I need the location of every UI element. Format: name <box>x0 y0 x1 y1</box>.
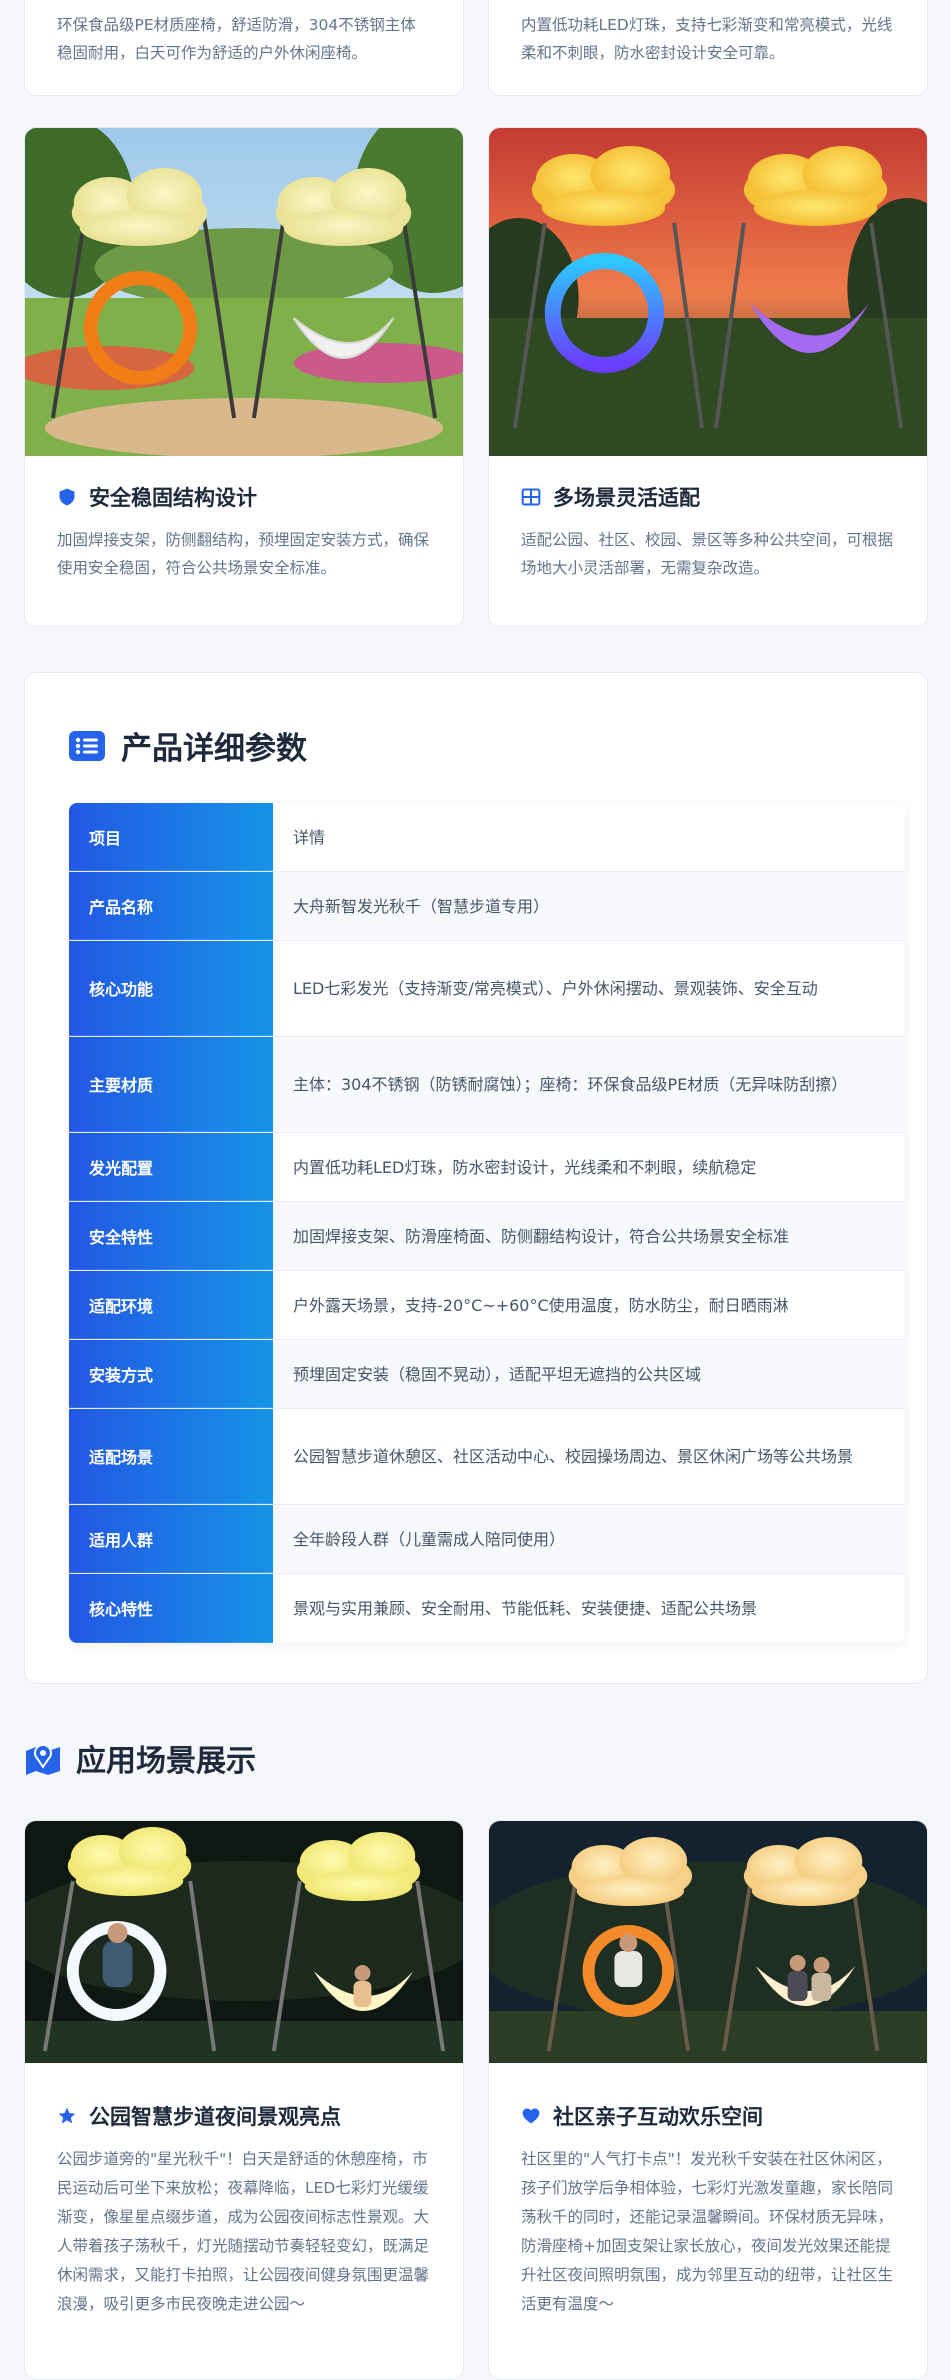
grid-icon <box>521 488 541 506</box>
shield-icon <box>59 488 75 506</box>
scene-card-community: 社区亲子互动欢乐空间 社区里的"人气打卡点"！发光秋千安装在社区休闲区，孩子们放… <box>488 1820 928 2380</box>
spec-table: 项目 详情 产品名称 大舟新智发光秋千（智慧步道专用） 核心功能 LED七彩发光… <box>69 803 905 1643</box>
spec-row: 适用人群 全年龄段人群（儿童需成人陪同使用） <box>69 1505 905 1574</box>
page: 环保食品级PE材质座椅，舒适防滑，304不锈钢主体稳固耐用，白天可作为舒适的户外… <box>0 0 950 2380</box>
product-photo-day <box>25 128 463 456</box>
scene-card-park: 公园智慧步道夜间景观亮点 公园步道旁的"星光秋千"！白天是舒适的休憩座椅，市民运… <box>24 1820 464 2380</box>
spec-row: 发光配置 内置低功耗LED灯珠，防水密封设计，光线柔和不刺眼，续航稳定 <box>69 1133 905 1202</box>
feature-desc: 加固焊接支架，防侧翻结构，预埋固定安装方式，确保使用安全稳固，符合公共场景安全标… <box>57 531 430 577</box>
spec-key: 核心功能 <box>69 941 273 1036</box>
spec-row: 安装方式 预埋固定安装（稳固不晃动），适配平坦无遮挡的公共区域 <box>69 1340 905 1409</box>
spec-value: 预埋固定安装（稳固不晃动），适配平坦无遮挡的公共区域 <box>273 1340 905 1408</box>
spec-value: 加固焊接支架、防滑座椅面、防侧翻结构设计，符合公共场景安全标准 <box>273 1202 905 1270</box>
scene-title: 公园智慧步道夜间景观亮点 <box>57 2101 431 2131</box>
scene-photo-park <box>25 1821 463 2063</box>
spec-title: 产品详细参数 <box>121 731 307 767</box>
feature-title-text: 多场景灵活适配 <box>553 486 700 510</box>
feature-title-text: 安全稳固结构设计 <box>89 486 257 510</box>
spec-value: 景观与实用兼顾、安全耐用、节能低耗、安装便捷、适配公共场景 <box>293 1599 758 1618</box>
spec-row: 安全特性 加固焊接支架、防滑座椅面、防侧翻结构设计，符合公共场景安全标准 <box>69 1202 905 1271</box>
spec-row: 核心功能 LED七彩发光（支持渐变/常亮模式）、户外休闲摆动、景观装饰、安全互动 <box>69 941 905 1037</box>
spec-key: 适配环境 <box>69 1271 273 1339</box>
scenes-title: 应用场景展示 <box>76 1744 256 1779</box>
spec-row: 项目 详情 <box>69 803 905 872</box>
spec-value: LED七彩发光（支持渐变/常亮模式）、户外休闲摆动、景观装饰、安全互动 <box>293 979 818 998</box>
spec-key: 安全特性 <box>69 1202 273 1270</box>
spec-value: 详情 <box>293 827 326 847</box>
spec-value: 公园智慧步道休憩区、社区活动中心、校园操场周边、景区休闲广场等公共场景 <box>293 1447 854 1466</box>
spec-key: 项目 <box>69 803 273 871</box>
feature-card-safety: 安全稳固结构设计 加固焊接支架，防侧翻结构，预埋固定安装方式，确保使用安全稳固，… <box>24 127 464 627</box>
spec-key: 主要材质 <box>69 1037 273 1132</box>
spec-value: 主体：304不锈钢（防锈耐腐蚀）；座椅：环保食品级PE材质（无异味防刮擦） <box>273 1037 905 1132</box>
feature-title: 安全稳固结构设计 <box>57 482 431 512</box>
feature-card-led: 内置低功耗LED灯珠，支持七彩渐变和常亮模式，光线柔和不刺眼，防水密封设计安全可… <box>488 0 928 96</box>
feature-card-adapt: 多场景灵活适配 适配公园、社区、校园、景区等多种公共空间，可根据场地大小灵活部署… <box>488 127 928 627</box>
spec-value: 内置低功耗LED灯珠，防水密封设计，光线柔和不刺眼，续航稳定 <box>293 1157 757 1177</box>
scene-desc: 公园步道旁的"星光秋千"！白天是舒适的休憩座椅，市民运动后可坐下来放松；夜幕降临… <box>57 2150 430 2313</box>
feature-desc: 内置低功耗LED灯珠，支持七彩渐变和常亮模式，光线柔和不刺眼，防水密封设计安全可… <box>521 16 893 62</box>
scene-desc: 社区里的"人气打卡点"！发光秋千安装在社区休闲区，孩子们放学后争相体验，七彩灯光… <box>521 2150 894 2313</box>
scene-title-text: 社区亲子互动欢乐空间 <box>553 2105 763 2129</box>
spec-row: 适配场景 公园智慧步道休憩区、社区活动中心、校园操场周边、景区休闲广场等公共场景 <box>69 1409 905 1505</box>
product-photo-dusk <box>489 128 927 456</box>
spec-card: 产品详细参数 项目 详情 产品名称 大舟新智发光秋千（智慧步道专用） 核心功能 … <box>24 672 928 1684</box>
star-icon <box>58 2107 76 2124</box>
list-icon <box>69 730 105 761</box>
spec-row: 核心特性 景观与实用兼顾、安全耐用、节能低耗、安装便捷、适配公共场景 <box>69 1574 905 1643</box>
spec-value: 大舟新智发光秋千（智慧步道专用） <box>273 872 905 940</box>
spec-key: 发光配置 <box>69 1133 273 1201</box>
scene-photo-community <box>489 1821 927 2063</box>
spec-value: 户外露天场景，支持-20°C~+60°C使用温度，防水防尘，耐日晒雨淋 <box>293 1295 789 1315</box>
feature-title: 多场景灵活适配 <box>521 482 895 512</box>
spec-key: 核心特性 <box>69 1574 273 1643</box>
spec-value: 全年龄段人群（儿童需成人陪同使用） <box>273 1505 905 1573</box>
spec-row: 产品名称 大舟新智发光秋千（智慧步道专用） <box>69 872 905 941</box>
heart-icon <box>522 2108 540 2124</box>
spec-heading: 产品详细参数 <box>69 723 307 768</box>
scenes-heading: 应用场景展示 <box>24 1736 256 1780</box>
scene-title-text: 公园智慧步道夜间景观亮点 <box>89 2105 341 2129</box>
feature-card-seat: 环保食品级PE材质座椅，舒适防滑，304不锈钢主体稳固耐用，白天可作为舒适的户外… <box>24 0 464 96</box>
spec-row: 主要材质 主体：304不锈钢（防锈耐腐蚀）；座椅：环保食品级PE材质（无异味防刮… <box>69 1037 905 1133</box>
spec-key: 适配场景 <box>69 1409 273 1504</box>
spec-key: 产品名称 <box>69 872 273 940</box>
scene-title: 社区亲子互动欢乐空间 <box>521 2101 895 2131</box>
spec-key: 适用人群 <box>69 1505 273 1573</box>
spec-key: 安装方式 <box>69 1340 273 1408</box>
feature-desc: 环保食品级PE材质座椅，舒适防滑，304不锈钢主体稳固耐用，白天可作为舒适的户外… <box>57 16 416 62</box>
spec-row: 适配环境 户外露天场景，支持-20°C~+60°C使用温度，防水防尘，耐日晒雨淋 <box>69 1271 905 1340</box>
feature-desc: 适配公园、社区、校园、景区等多种公共空间，可根据场地大小灵活部署，无需复杂改造。 <box>521 531 894 577</box>
map-icon <box>26 1744 60 1775</box>
